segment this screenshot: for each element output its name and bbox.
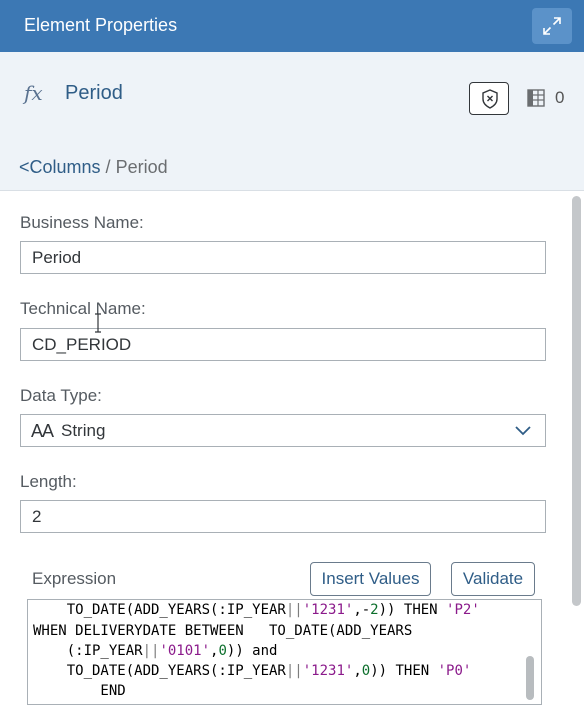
shield-icon: [482, 89, 498, 109]
length-input[interactable]: [20, 500, 546, 533]
business-name-input[interactable]: [20, 241, 546, 274]
editor-scrollbar[interactable]: [526, 656, 534, 700]
length-label: Length:: [20, 472, 77, 491]
insert-values-button[interactable]: Insert Values: [310, 562, 431, 596]
page-scrollbar[interactable]: [572, 196, 581, 606]
validate-button[interactable]: Validate: [451, 562, 535, 596]
code-line-3: (:IP_YEAR||'0101',0)) and: [33, 643, 278, 659]
fx-icon: fx: [24, 81, 43, 105]
column-count: 0: [555, 88, 565, 107]
expression-editor[interactable]: TO_DATE(ADD_YEARS(:IP_YEAR||'1231',-2)) …: [27, 599, 542, 705]
privacy-shield-button[interactable]: [469, 82, 509, 115]
expand-button[interactable]: [532, 8, 572, 44]
breadcrumb-separator: /: [100, 157, 116, 177]
expression-label: Expression: [32, 569, 117, 588]
code-line-4: TO_DATE(ADD_YEARS(:IP_YEAR||'1231',0)) T…: [33, 663, 472, 679]
object-header: fx Period 0 <Columns / Period: [0, 52, 584, 191]
business-name-label: Business Name:: [20, 213, 144, 232]
panel-titlebar: Element Properties: [0, 0, 584, 52]
text-cursor-icon: [95, 313, 101, 333]
chevron-down-icon: [515, 426, 531, 436]
code-line-5: END: [33, 683, 126, 699]
expand-icon: [543, 17, 561, 35]
string-type-icon: AA: [31, 421, 54, 441]
columns-table-icon: [527, 89, 545, 107]
breadcrumb: <Columns / Period: [19, 157, 168, 178]
code-line-1: TO_DATE(ADD_YEARS(:IP_YEAR||'1231',-2)) …: [33, 602, 480, 618]
code-line-2: WHEN DELIVERYDATE BETWEEN TO_DATE(ADD_YE…: [33, 623, 413, 639]
breadcrumb-columns-link[interactable]: <Columns: [19, 157, 101, 177]
data-type-label: Data Type:: [20, 386, 102, 405]
data-type-select[interactable]: AA String: [20, 414, 546, 447]
data-type-value: String: [61, 421, 106, 440]
breadcrumb-current: Period: [115, 157, 168, 177]
technical-name-label: Technical Name:: [20, 299, 146, 318]
panel-title: Element Properties: [24, 15, 178, 35]
entity-name: Period: [65, 82, 123, 104]
